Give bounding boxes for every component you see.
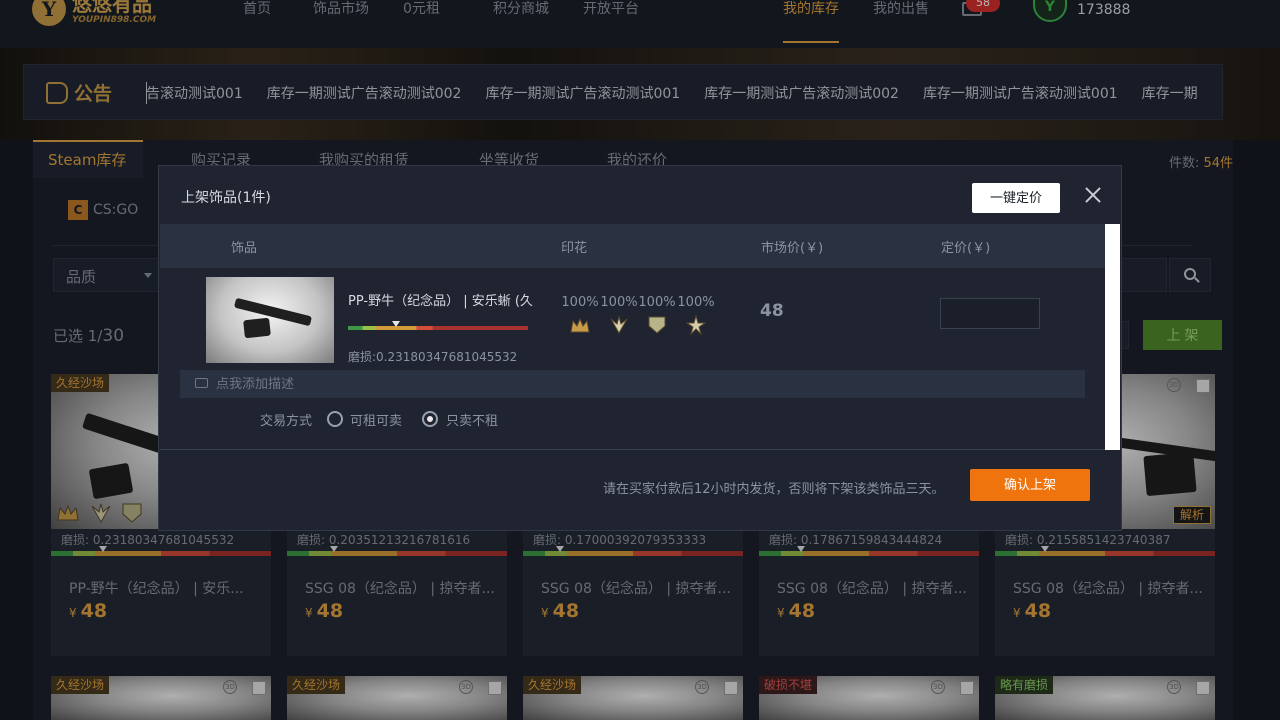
confirm-listing-button[interactable]: 确认上架 [970,469,1090,501]
wear-marker [392,321,400,327]
column-item: 饰品 [231,241,258,256]
trade-option-sell-only-label[interactable]: 只卖不租 [446,410,498,429]
wear-value: 磨损:0.23180347681045532 [348,350,518,364]
trade-option-rent-or-sell-radio[interactable] [327,411,343,427]
sticker-slot: 100% [676,295,716,340]
column-set-price: 定价(￥) [941,241,991,256]
dialog-title: 上架饰品(1件) [181,190,271,206]
description-input[interactable] [216,374,1076,394]
list-items-dialog: 上架饰品(1件) 一键定价 饰品 印花 市场价(￥) 定价(￥) PP-野牛（纪… [158,165,1122,531]
table-header: 饰品 印花 市场价(￥) 定价(￥) [160,224,1105,268]
sticker-percent: 100% [600,295,638,310]
item-thumbnail [206,277,334,363]
trade-option-sell-only-radio[interactable] [422,411,438,427]
sticker-percent: 100% [677,295,715,310]
gun-grip [243,317,271,339]
close-icon[interactable] [1083,185,1103,205]
wear-bar [348,326,528,330]
shipping-notice: 请在买家付款后12小时内发货，否则将下架该类饰品三天。 [603,482,945,497]
column-stickers: 印花 [561,241,588,256]
set-price-input[interactable] [940,298,1040,329]
comment-icon [195,378,208,388]
market-price: 48 [760,301,784,321]
sticker-slot: 100% [560,295,600,340]
description-field[interactable] [180,370,1085,398]
dialog-divider [160,449,1105,450]
item-name: PP-野牛（纪念品） | 安乐蜥 (久 [348,294,533,309]
sticker-slot: 100% [637,295,677,340]
scrollbar[interactable] [1105,224,1120,450]
star-sticker-icon [685,314,707,336]
wings-sticker-icon [610,315,628,335]
trade-mode-label: 交易方式 [260,414,313,429]
column-market-price: 市场价(￥) [761,241,824,256]
sticker-slot: 100% [599,295,639,340]
sticker-percent: 100% [638,295,676,310]
crown-sticker-icon [570,317,590,333]
auto-price-button[interactable]: 一键定价 [972,183,1060,213]
trade-option-rent-or-sell-label[interactable]: 可租可卖 [350,410,402,429]
sticker-percent: 100% [561,295,599,310]
shield-sticker-icon [648,316,666,334]
scrollbar-thumb[interactable] [1105,224,1120,450]
